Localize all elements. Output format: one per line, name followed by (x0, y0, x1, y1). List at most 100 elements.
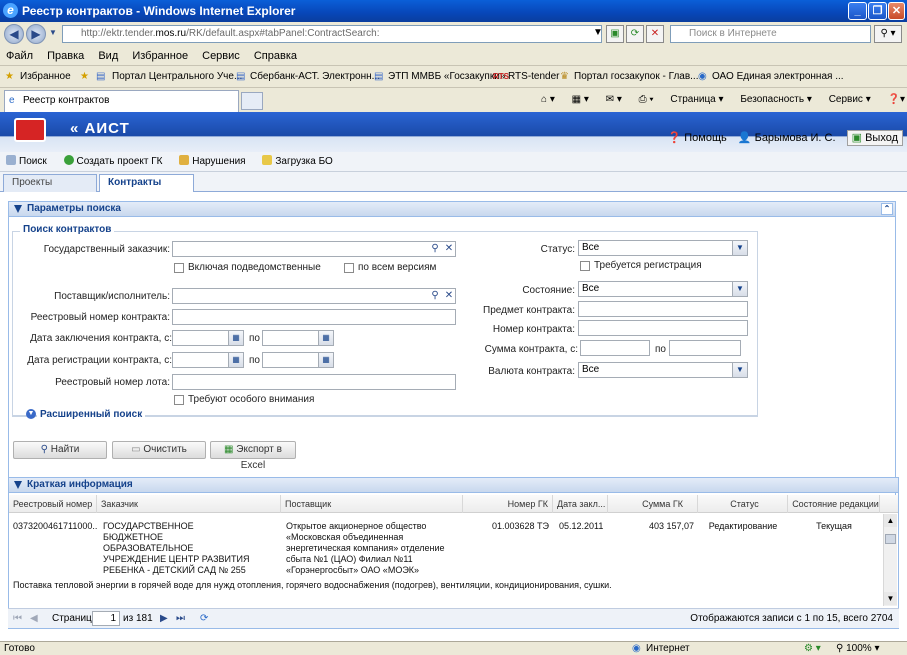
grid-scrollbar[interactable]: ▲ ▼ (883, 514, 897, 606)
web-search-button[interactable]: ⚲ ▾ (874, 25, 902, 43)
export-excel-button[interactable]: ▦ Экспорт в Excel (210, 441, 296, 471)
search-icon[interactable]: ⚲ (428, 242, 442, 256)
safety-menu[interactable]: Безопасность ▾ (740, 94, 812, 105)
prev-page-icon[interactable]: ◀ (30, 609, 38, 629)
back-button[interactable]: ◀ (4, 24, 24, 44)
calendar-icon[interactable]: ▦ (318, 331, 333, 345)
refresh-icon[interactable]: ⟳ (626, 25, 644, 43)
contract-sum-from[interactable] (580, 340, 650, 356)
col-customer[interactable]: Заказчик (97, 495, 281, 513)
favorites-button[interactable]: Избранное (20, 66, 71, 87)
refresh-icon[interactable]: ⟳ (200, 609, 208, 629)
registration-required-checkbox[interactable] (580, 261, 590, 271)
all-versions-checkbox[interactable] (344, 263, 354, 273)
chevron-down-icon[interactable]: ▼ (732, 363, 747, 377)
fav-item-4[interactable]: RTS-tender (508, 66, 560, 87)
fav-item-2[interactable]: Сбербанк-АСТ. Электронн... (250, 66, 380, 87)
clear-icon[interactable]: ✕ (442, 242, 456, 256)
feeds-icon[interactable]: ▦ ▾ (572, 94, 589, 105)
menu-help[interactable]: Справка (254, 50, 297, 62)
logout-button[interactable]: ▣ Выход (846, 130, 903, 146)
history-dropdown-icon[interactable]: ▼ (49, 28, 57, 37)
new-tab-button[interactable] (241, 92, 263, 110)
zoom-control[interactable]: ⚲ 100% ▾ (836, 642, 880, 655)
search-toolbar-button[interactable]: Поиск (6, 155, 47, 167)
registration-date-to[interactable]: ▦ (262, 352, 334, 368)
collapse-panel-icon[interactable]: ⌃ (881, 203, 893, 215)
close-window-button[interactable]: ✕ (888, 2, 905, 20)
fav-item-6[interactable]: ОАО Единая электронная ... (712, 66, 844, 87)
status-select[interactable]: Все ▼ (578, 240, 748, 256)
upload-bo-button[interactable]: Загрузка БО (262, 155, 333, 167)
help-icon[interactable]: ❓▾ (888, 94, 905, 105)
lot-number-input[interactable] (172, 374, 456, 390)
menu-file[interactable]: Файл (6, 50, 33, 62)
menu-tools[interactable]: Сервис (202, 50, 240, 62)
menu-view[interactable]: Вид (98, 50, 118, 62)
calendar-icon[interactable]: ▦ (318, 353, 333, 367)
state-select[interactable]: Все ▼ (578, 281, 748, 297)
subject-input[interactable] (578, 301, 748, 317)
conclusion-date-to[interactable]: ▦ (262, 330, 334, 346)
calendar-icon[interactable]: ▦ (228, 331, 243, 345)
calendar-icon[interactable]: ▦ (228, 353, 243, 367)
clear-icon[interactable]: ✕ (442, 289, 456, 303)
print-icon[interactable]: ⎙ ▾ (639, 94, 654, 105)
search-icon[interactable]: ⚲ (428, 289, 442, 303)
scroll-up-icon[interactable]: ▲ (884, 514, 897, 527)
col-state[interactable]: Состояние редакции (788, 495, 880, 513)
customer-input[interactable] (172, 241, 456, 257)
url-input[interactable]: http://ektr.tender.mos.ru/RK/default.asp… (62, 25, 602, 43)
chevron-down-icon[interactable]: ▼ (732, 241, 747, 255)
fav-item-3[interactable]: ЭТП ММВБ «Госзакупки» (388, 66, 505, 87)
search-panel-header[interactable]: Параметры поиска ⌃ (8, 201, 896, 217)
mail-icon[interactable]: ✉ ▾ (606, 94, 622, 105)
include-sub-checkbox[interactable] (174, 263, 184, 273)
conclusion-date-from[interactable]: ▦ (172, 330, 244, 346)
tab-contracts[interactable]: Контракты (99, 174, 194, 193)
fav-item-5[interactable]: Портал госзакупок - Глав... (574, 66, 699, 87)
col-date[interactable]: Дата закл... (553, 495, 608, 513)
stop-icon[interactable]: ✕ (646, 25, 664, 43)
col-status[interactable]: Статус (698, 495, 788, 513)
forward-button[interactable]: ▶ (26, 24, 46, 44)
col-supplier[interactable]: Поставщик (281, 495, 463, 513)
page-input[interactable]: 1 (92, 611, 120, 626)
col-gk-number[interactable]: Номер ГК (463, 495, 553, 513)
table-row[interactable]: 0373200461711000... ГОСУДАРСТВЕННОЕ БЮДЖ… (9, 514, 883, 592)
contract-sum-to[interactable] (669, 340, 741, 356)
next-page-icon[interactable]: ▶ (160, 609, 168, 629)
first-page-icon[interactable]: ⏮ (13, 609, 22, 629)
minimize-button[interactable]: _ (848, 2, 867, 20)
registration-date-from[interactable]: ▦ (172, 352, 244, 368)
currency-select[interactable]: Все ▼ (578, 362, 748, 378)
last-page-icon[interactable]: ⏭ (176, 609, 185, 629)
contract-number-input[interactable] (578, 320, 748, 336)
create-project-button[interactable]: Создать проект ГК (63, 155, 162, 167)
violations-button[interactable]: Нарушения (179, 155, 246, 167)
menu-edit[interactable]: Правка (47, 50, 84, 62)
special-attention-checkbox[interactable] (174, 395, 184, 405)
scroll-down-icon[interactable]: ▼ (884, 592, 897, 605)
expand-icon[interactable]: ▼ (26, 409, 36, 419)
web-search-input[interactable]: Поиск в Интернете (670, 25, 871, 43)
find-button[interactable]: ⚲ Найти (13, 441, 107, 459)
col-registry[interactable]: Реестровый номер (9, 495, 97, 513)
advanced-search-toggle[interactable]: Расширенный поиск (37, 409, 146, 420)
menu-favorites[interactable]: Избранное (132, 50, 188, 62)
compat-view-icon[interactable]: ▣ (606, 25, 624, 43)
registry-number-input[interactable] (172, 309, 456, 325)
browser-tab[interactable]: e Реестр контрактов (4, 90, 239, 112)
scroll-thumb[interactable] (885, 534, 896, 544)
help-link[interactable]: Помощь (684, 132, 727, 144)
home-icon[interactable]: ⌂ ▾ (541, 94, 555, 105)
col-sum[interactable]: Сумма ГК (608, 495, 698, 513)
protected-mode-icon[interactable]: ⚙ ▾ (804, 642, 821, 655)
add-favorite-icon[interactable]: ★ (80, 66, 89, 87)
fav-item-1[interactable]: Портал Центрального Уче... (112, 66, 242, 87)
page-menu[interactable]: Страница ▾ (670, 94, 723, 105)
chevron-down-icon[interactable]: ▼ (732, 282, 747, 296)
tools-menu[interactable]: Сервис ▾ (829, 94, 871, 105)
address-dropdown-icon[interactable]: ▼ (589, 25, 607, 43)
maximize-button[interactable]: ❐ (868, 2, 887, 20)
